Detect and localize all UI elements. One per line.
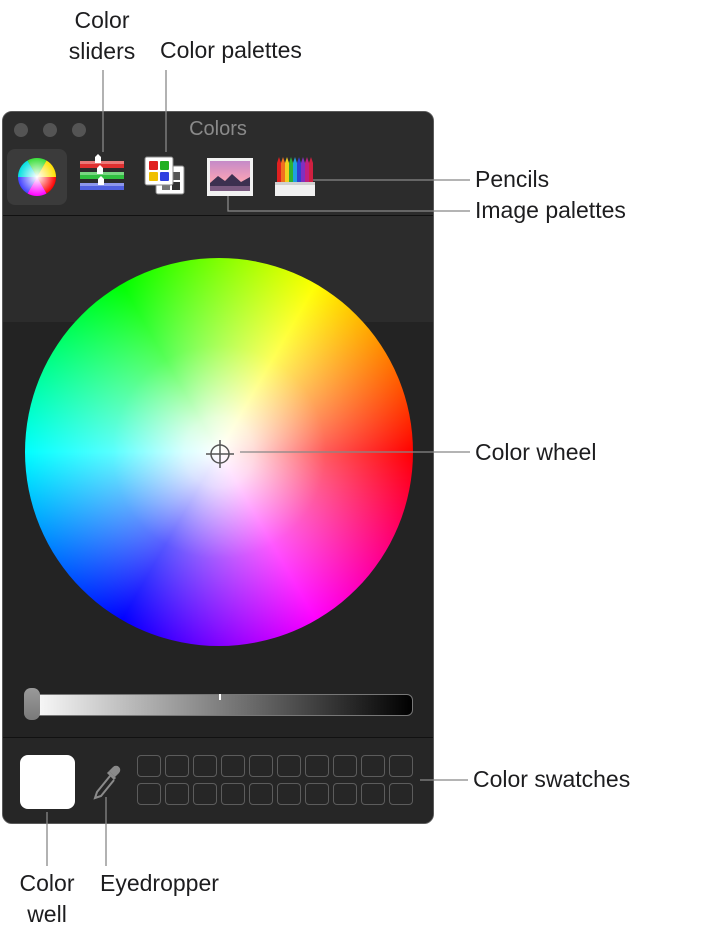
color-sliders-callout: Color sliders [62, 5, 142, 67]
color-wheel-callout: Color wheel [475, 439, 597, 465]
swatch-slot[interactable] [305, 783, 329, 805]
swatch-slot[interactable] [221, 755, 245, 777]
image-palettes-icon [207, 158, 253, 196]
color-wheel-tab[interactable] [7, 149, 67, 205]
window-title: Colors [189, 118, 247, 140]
swatch-slot[interactable] [165, 755, 189, 777]
callout-line-2: sliders [68, 38, 136, 64]
swatch-slot[interactable] [277, 783, 301, 805]
swatch-slot[interactable] [249, 783, 273, 805]
eyedropper-icon[interactable] [91, 764, 123, 802]
swatch-slot[interactable] [389, 783, 413, 805]
swatch-slot[interactable] [333, 755, 357, 777]
callout-line-2: well [27, 901, 67, 927]
color-sliders-icon [80, 154, 124, 190]
image-palettes-tab[interactable] [201, 149, 261, 205]
color-well-callout: Color well [8, 868, 86, 930]
callout-line-1: Color [19, 870, 75, 896]
image-palettes-callout: Image palettes [475, 197, 626, 223]
color-sliders-tab[interactable] [73, 149, 133, 205]
crosshair-icon[interactable] [205, 439, 235, 469]
swatch-slot[interactable] [361, 755, 385, 777]
swatch-slot[interactable] [137, 783, 161, 805]
eyedropper-callout: Eyedropper [100, 870, 219, 896]
pencils-tab[interactable] [265, 149, 325, 205]
swatch-slot[interactable] [249, 755, 273, 777]
swatch-slot[interactable] [333, 783, 357, 805]
slider-midpoint-mark [219, 694, 221, 700]
color-swatches-callout: Color swatches [473, 766, 631, 792]
color-palettes-tab[interactable] [139, 149, 199, 205]
swatch-slot[interactable] [193, 783, 217, 805]
swatch-slot[interactable] [277, 755, 301, 777]
swatch-slot[interactable] [137, 755, 161, 777]
swatch-slot[interactable] [165, 783, 189, 805]
pencils-callout: Pencils [475, 166, 550, 192]
swatch-slot[interactable] [305, 755, 329, 777]
colors-window: Colors [2, 111, 434, 824]
swatch-slot[interactable] [193, 755, 217, 777]
swatch-slot[interactable] [389, 755, 413, 777]
swatch-slot[interactable] [221, 783, 245, 805]
toolbar-separator [3, 215, 433, 216]
swatch-slot[interactable] [361, 783, 385, 805]
color-palettes-callout: Color palettes [160, 37, 302, 63]
brightness-slider-knob[interactable] [24, 688, 40, 720]
callout-line-1: Color [74, 7, 130, 33]
color-palettes-icon [144, 156, 185, 195]
pencils-icon [275, 157, 315, 196]
color-wheel-icon [18, 158, 56, 196]
color-well[interactable] [20, 755, 75, 809]
